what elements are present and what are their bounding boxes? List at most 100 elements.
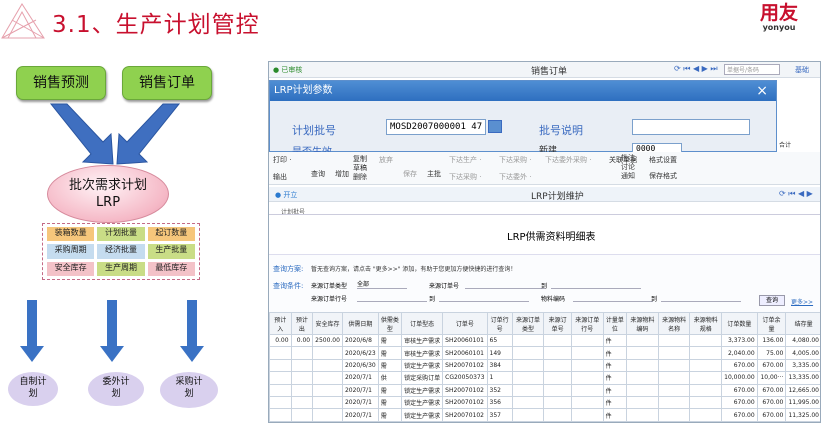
- column-header[interactable]: 预计入: [269, 312, 292, 335]
- table-cell: [657, 333, 691, 348]
- table-cell: [312, 395, 343, 410]
- table-row[interactable]: 2020/7/1 供锁定采购订单 CG20050373 1 件 10,000.00 10,0…: [269, 371, 820, 385]
- table-row[interactable]: 2020/7/1 需锁定生产需求 SH20070102 357 件 670.00 670.0…: [269, 408, 820, 422]
- column-header[interactable]: 来源物料名称: [657, 312, 691, 335]
- notify-button[interactable]: 通知: [621, 171, 635, 181]
- order-line-to-input[interactable]: [439, 292, 529, 302]
- table-cell: [570, 383, 604, 397]
- help-link[interactable]: 基础: [795, 65, 809, 75]
- save-format-button[interactable]: 保存格式: [649, 171, 677, 181]
- table-row[interactable]: 2020/7/1 需锁定生产需求 SH20070102 352 件 670.00 670.0…: [269, 383, 820, 397]
- table-cell: [570, 395, 604, 410]
- order-type-select[interactable]: 全部: [357, 279, 407, 289]
- nav-arrows-icon[interactable]: ⟳ ⏮ ◀ ▶: [779, 189, 813, 199]
- batch-input[interactable]: MOSD2007000001 47: [386, 119, 486, 135]
- table-cell: 2020/7/1: [341, 383, 379, 397]
- column-header[interactable]: 来源订单类型: [511, 312, 545, 335]
- table-row[interactable]: 2020/6/30 需锁定生产需求 SH20070102 384 件 670.00 670.…: [269, 358, 820, 373]
- material-code-input[interactable]: [573, 292, 653, 302]
- table-cell: [570, 333, 604, 348]
- column-header[interactable]: 订单号: [442, 312, 488, 335]
- merge-arrows-icon: [49, 103, 181, 165]
- table-cell: 356: [486, 395, 513, 410]
- table-cell: [689, 358, 723, 373]
- release-outsource-button[interactable]: 下达委外 ·: [499, 172, 531, 182]
- table-cell: 12,665.00: [785, 383, 820, 397]
- release-purchase2-button[interactable]: 下达采购 ·: [449, 172, 481, 182]
- column-header[interactable]: 预计出: [290, 312, 314, 335]
- table-cell: 3,335.00: [785, 358, 820, 373]
- table-cell: 670.00: [721, 408, 758, 422]
- column-header[interactable]: 订单数量: [721, 312, 758, 335]
- table-cell: 4,005.00: [785, 346, 820, 360]
- table-cell: 件: [602, 395, 628, 410]
- table-cell: [269, 395, 292, 410]
- calendar-icon[interactable]: [488, 120, 502, 133]
- column-header[interactable]: 结存量: [785, 312, 820, 335]
- supply-demand-table: 预计入 预计出 安全库存 供需日期 供需类型 订单型态 订单号 订单行号 来源订单类型 来源订单号…: [269, 312, 820, 422]
- table-cell: 352: [486, 383, 513, 397]
- material-code-to-input[interactable]: [661, 292, 741, 302]
- add-button[interactable]: 增加: [335, 169, 349, 179]
- batch-button[interactable]: 主批: [427, 169, 441, 179]
- column-header[interactable]: 来源物料规格: [689, 312, 723, 335]
- export-button[interactable]: 输出: [273, 172, 287, 182]
- column-header[interactable]: 计量单位: [602, 312, 628, 335]
- format-settings-button[interactable]: 格式设置: [649, 155, 677, 165]
- table-cell: [312, 358, 343, 373]
- dialog-titlebar: LRP计划参数 ×: [270, 81, 776, 101]
- column-header[interactable]: 来源订单行号: [570, 312, 604, 335]
- table-cell: [689, 371, 723, 385]
- table-cell: [626, 395, 659, 410]
- table-cell: [312, 408, 343, 422]
- release-outsource-purchase-button[interactable]: 下达委外采购 ·: [545, 155, 591, 165]
- release-production-button[interactable]: 下达生产 ·: [449, 155, 481, 165]
- table-row[interactable]: 2020/7/1 需锁定生产需求 SH20070102 356 件 670.00 670.0…: [269, 395, 820, 410]
- query-button[interactable]: 查询: [311, 169, 325, 179]
- table-cell: 357: [486, 408, 513, 422]
- table-cell: 锁定生产需求: [401, 358, 444, 373]
- nav-arrows-icon[interactable]: ⟳ ⏮ ◀ ▶ ⏭: [674, 64, 718, 74]
- erp-window: ● 已审核 销售订单 ⟳ ⏮ ◀ ▶ ⏭ 单据号/条码 基础 LRP计划参数 × …: [268, 61, 821, 423]
- save-button[interactable]: 保存: [403, 169, 417, 179]
- close-icon[interactable]: ×: [756, 81, 768, 101]
- table-cell: [543, 371, 572, 385]
- desc-input[interactable]: [632, 119, 750, 135]
- column-header[interactable]: 供需类型: [377, 312, 403, 335]
- search-input[interactable]: 单据号/条码: [724, 64, 780, 75]
- column-header[interactable]: 供需日期: [341, 312, 379, 335]
- sales-forecast-box: 销售预测: [16, 66, 106, 100]
- table-cell: [689, 395, 723, 410]
- table-row[interactable]: 2020/6/23 需审核生产需求 SH20060101 149 件 2,040.00 75…: [269, 346, 820, 360]
- table-cell: [511, 383, 545, 397]
- column-header[interactable]: 订单余量: [756, 312, 787, 335]
- order-no-to-input[interactable]: [551, 279, 641, 289]
- table-cell: 审核生产需求: [401, 346, 444, 360]
- column-header[interactable]: 来源订单号: [543, 312, 572, 335]
- column-header[interactable]: 订单型态: [401, 312, 444, 335]
- order-line-input[interactable]: [357, 292, 427, 302]
- table-cell: 2020/6/30: [341, 358, 379, 373]
- delete-button[interactable]: 删除: [353, 172, 367, 182]
- column-header[interactable]: 安全库存: [312, 312, 343, 335]
- query-button[interactable]: 查询: [759, 295, 785, 306]
- abandon-button[interactable]: 放弃: [379, 155, 393, 165]
- param-cell: 装箱数量: [47, 227, 95, 242]
- table-cell: [543, 408, 572, 422]
- window-titlebar: ● 已审核 销售订单 ⟳ ⏮ ◀ ▶ ⏭ 单据号/条码 基础: [269, 62, 820, 78]
- table-cell: 2020/6/8: [341, 333, 379, 348]
- table-cell: [570, 346, 604, 360]
- order-no-input[interactable]: [465, 279, 545, 289]
- table-cell: 10,000.00: [721, 371, 758, 385]
- order-type-label: 来源订单类型: [311, 283, 348, 290]
- to-label: 到: [651, 296, 658, 303]
- table-cell: [689, 408, 723, 422]
- column-header[interactable]: 来源物料编码: [626, 312, 659, 335]
- print-button[interactable]: 打印 ·: [273, 155, 291, 165]
- column-header[interactable]: 订单行号: [486, 312, 513, 335]
- more-link[interactable]: 更多>>: [791, 297, 813, 306]
- release-purchase-button[interactable]: 下达采购 ·: [499, 155, 531, 165]
- param-cell: 经济批量: [97, 244, 145, 259]
- table-row[interactable]: 0.00 0.00 2500.00 2020/6/8 需审核生产需求 SH20060101…: [269, 333, 820, 348]
- table-cell: [657, 395, 691, 410]
